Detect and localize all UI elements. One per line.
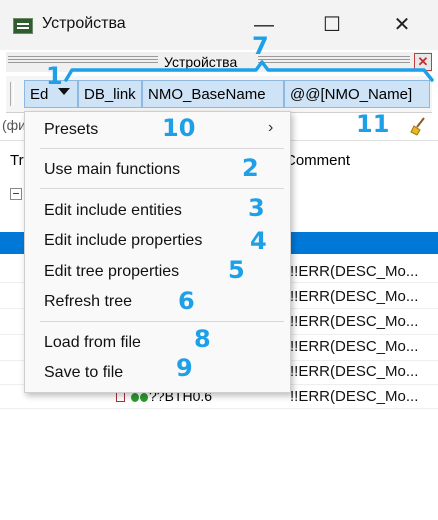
menu-item-presets[interactable]: Presets xyxy=(44,121,98,139)
table-row-comment[interactable]: !!ERR(DESC_Mo... xyxy=(290,313,418,330)
annotation-bracket xyxy=(64,60,434,82)
annotation-number: 1 xyxy=(46,62,63,90)
menu-item-refresh-tree[interactable]: Refresh tree xyxy=(44,293,132,311)
grid-line xyxy=(0,408,438,409)
tree-header-comment[interactable]: Comment xyxy=(285,152,350,169)
bug-icon xyxy=(140,393,148,402)
annotation-number: 9 xyxy=(176,354,193,382)
menu-separator xyxy=(40,148,284,149)
menu-item-edit-include-entities[interactable]: Edit include entities xyxy=(44,202,182,220)
chevron-right-icon: › xyxy=(268,119,274,136)
annotation-number: 11 xyxy=(356,110,390,138)
menu-item-edit-tree-properties[interactable]: Edit tree properties xyxy=(44,263,179,281)
annotation-number: 5 xyxy=(228,256,245,284)
table-row-comment[interactable]: !!ERR(DESC_Mo... xyxy=(290,288,418,305)
annotation-number: 3 xyxy=(248,194,265,222)
menu-item-save-to-file[interactable]: Save to file xyxy=(44,364,123,382)
annotation-number: 7 xyxy=(252,32,269,60)
annotation-number: 4 xyxy=(250,227,267,255)
menu-item-use-main-functions[interactable]: Use main functions xyxy=(44,161,180,179)
annotation-number: 8 xyxy=(194,325,211,353)
annotation-number: 2 xyxy=(242,154,259,182)
bug-icon xyxy=(131,393,139,402)
filter-input[interactable]: (фи xyxy=(2,117,26,133)
menu-separator xyxy=(40,321,284,322)
table-row-comment[interactable]: !!ERR(DESC_Mo... xyxy=(290,388,418,405)
collapse-toggle-icon[interactable] xyxy=(10,188,22,200)
table-row-comment[interactable]: !!ERR(DESC_Mo... xyxy=(290,363,418,380)
tree-header-tr: Tr xyxy=(10,152,24,169)
menu-item-edit-include-properties[interactable]: Edit include properties xyxy=(44,232,202,250)
annotation-number: 6 xyxy=(178,287,195,315)
menu-separator xyxy=(40,188,284,189)
annotation-number: 10 xyxy=(162,114,196,142)
broom-icon[interactable] xyxy=(408,115,430,137)
menu-item-load-from-file[interactable]: Load from file xyxy=(44,334,141,352)
table-row-comment[interactable]: !!ERR(DESC_Mo... xyxy=(290,263,418,280)
table-row-comment[interactable]: !!ERR(DESC_Mo... xyxy=(290,338,418,355)
